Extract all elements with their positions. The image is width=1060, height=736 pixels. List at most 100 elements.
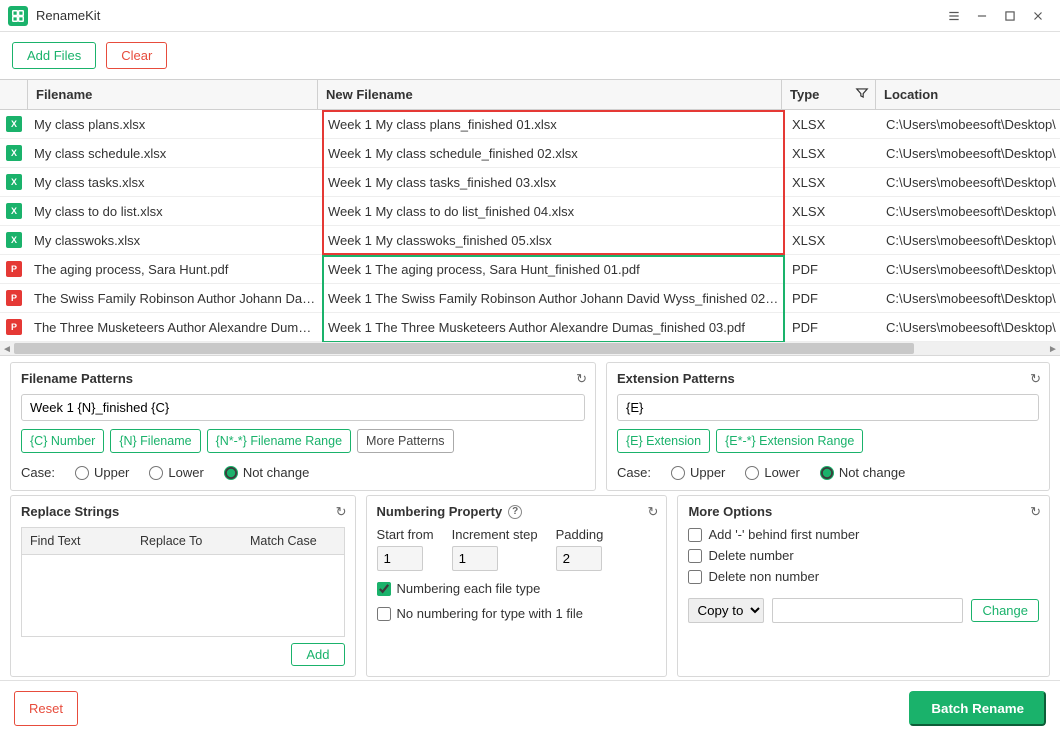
col-find-text: Find Text <box>30 534 140 548</box>
change-button[interactable]: Change <box>971 599 1039 622</box>
table-row[interactable]: XMy class plans.xlsxWeek 1 My class plan… <box>0 110 1060 139</box>
scroll-left-icon[interactable]: ◄ <box>0 342 14 356</box>
filename-pattern-input[interactable] <box>21 394 585 421</box>
file-type-icon: P <box>0 290 28 306</box>
numbering-each-checkbox[interactable] <box>377 582 391 596</box>
refresh-icon[interactable]: ↻ <box>648 504 659 520</box>
reset-button[interactable]: Reset <box>14 691 78 726</box>
start-from-input[interactable] <box>377 546 423 571</box>
location-cell: C:\Users\mobeesoft\Desktop\ <box>880 291 1060 306</box>
type-cell: XLSX <box>786 204 880 219</box>
new-filename-cell: Week 1 The aging process, Sara Hunt_fini… <box>322 262 786 277</box>
table-row[interactable]: XMy class tasks.xlsxWeek 1 My class task… <box>0 168 1060 197</box>
copy-to-select[interactable]: Copy to <box>688 598 764 623</box>
numbering-each-label: Numbering each file type <box>397 581 541 596</box>
refresh-icon[interactable]: ↻ <box>1030 371 1041 387</box>
tag-c-number[interactable]: {C} Number <box>21 429 104 453</box>
type-cell: XLSX <box>786 233 880 248</box>
add-dash-checkbox[interactable] <box>688 528 702 542</box>
type-cell: XLSX <box>786 175 880 190</box>
more-options-panel: ↻ More Options Add '-' behind first numb… <box>677 495 1050 677</box>
tag-e-extension[interactable]: {E} Extension <box>617 429 710 453</box>
footer: Reset Batch Rename <box>0 680 1060 736</box>
numbering-panel: ↻ Numbering Property ? Start from Increm… <box>366 495 668 677</box>
table-row[interactable]: PThe aging process, Sara Hunt.pdfWeek 1 … <box>0 255 1060 284</box>
ext-case-upper[interactable]: Upper <box>671 465 725 480</box>
new-filename-cell: Week 1 My class tasks_finished 03.xlsx <box>322 175 786 190</box>
scroll-right-icon[interactable]: ► <box>1046 342 1060 356</box>
type-cell: PDF <box>786 262 880 277</box>
new-filename-cell: Week 1 My class plans_finished 01.xlsx <box>322 117 786 132</box>
location-cell: C:\Users\mobeesoft\Desktop\ <box>880 204 1060 219</box>
file-type-icon: X <box>0 203 28 219</box>
table-row[interactable]: XMy classwoks.xlsxWeek 1 My classwoks_fi… <box>0 226 1060 255</box>
col-type[interactable]: Type <box>782 80 876 109</box>
add-dash-label: Add '-' behind first number <box>708 527 859 542</box>
replace-strings-panel: ↻ Replace Strings Find Text Replace To M… <box>10 495 356 677</box>
location-cell: C:\Users\mobeesoft\Desktop\ <box>880 233 1060 248</box>
panel-title: Replace Strings <box>21 504 345 519</box>
increment-input[interactable] <box>452 546 498 571</box>
scroll-thumb[interactable] <box>14 343 914 354</box>
add-files-button[interactable]: Add Files <box>12 42 96 69</box>
replace-list <box>21 555 345 637</box>
clear-button[interactable]: Clear <box>106 42 167 69</box>
case-lower[interactable]: Lower <box>149 465 203 480</box>
case-upper[interactable]: Upper <box>75 465 129 480</box>
panel-title: Extension Patterns <box>617 371 1039 386</box>
file-type-icon: X <box>0 116 28 132</box>
start-from-label: Start from <box>377 527 434 542</box>
more-patterns-button[interactable]: More Patterns <box>357 429 454 453</box>
file-type-icon: X <box>0 232 28 248</box>
col-filename[interactable]: Filename <box>28 80 318 109</box>
increment-label: Increment step <box>452 527 538 542</box>
panel-title: More Options <box>688 504 1039 519</box>
file-type-icon: P <box>0 261 28 277</box>
maximize-icon[interactable] <box>996 2 1024 30</box>
delete-non-number-checkbox[interactable] <box>688 570 702 584</box>
table-header: Filename New Filename Type Location <box>0 80 1060 110</box>
location-cell: C:\Users\mobeesoft\Desktop\ <box>880 117 1060 132</box>
toolbar: Add Files Clear <box>0 32 1060 79</box>
location-cell: C:\Users\mobeesoft\Desktop\ <box>880 146 1060 161</box>
table-row[interactable]: PThe Swiss Family Robinson Author Johann… <box>0 284 1060 313</box>
refresh-icon[interactable]: ↻ <box>1030 504 1041 520</box>
copy-path-input[interactable] <box>772 598 963 623</box>
tag-filename-range[interactable]: {N*-*} Filename Range <box>207 429 351 453</box>
refresh-icon[interactable]: ↻ <box>576 371 587 387</box>
padding-input[interactable] <box>556 546 602 571</box>
delete-number-checkbox[interactable] <box>688 549 702 563</box>
batch-rename-button[interactable]: Batch Rename <box>909 691 1046 726</box>
info-icon[interactable]: ? <box>508 505 522 519</box>
filename-cell: My class plans.xlsx <box>28 117 322 132</box>
close-icon[interactable] <box>1024 2 1052 30</box>
panel-title: Numbering Property ? <box>377 504 657 519</box>
col-new-filename[interactable]: New Filename <box>318 80 782 109</box>
extension-pattern-input[interactable] <box>617 394 1039 421</box>
new-filename-cell: Week 1 My class schedule_finished 02.xls… <box>322 146 786 161</box>
tag-extension-range[interactable]: {E*-*} Extension Range <box>716 429 863 453</box>
minimize-icon[interactable] <box>968 2 996 30</box>
ext-case-lower[interactable]: Lower <box>745 465 799 480</box>
filename-cell: The Swiss Family Robinson Author Johann … <box>28 291 322 306</box>
file-type-icon: P <box>0 319 28 335</box>
menu-icon[interactable] <box>940 2 968 30</box>
refresh-icon[interactable]: ↻ <box>336 504 347 520</box>
filename-cell: The aging process, Sara Hunt.pdf <box>28 262 322 277</box>
location-cell: C:\Users\mobeesoft\Desktop\ <box>880 262 1060 277</box>
app-icon <box>8 6 28 26</box>
col-location[interactable]: Location <box>876 80 1060 109</box>
no-numbering-checkbox[interactable] <box>377 607 391 621</box>
app-title: RenameKit <box>36 8 940 23</box>
horizontal-scrollbar[interactable]: ◄ ► <box>0 342 1060 356</box>
tag-n-filename[interactable]: {N} Filename <box>110 429 200 453</box>
filter-icon[interactable] <box>855 86 869 103</box>
file-type-icon: X <box>0 174 28 190</box>
type-cell: XLSX <box>786 146 880 161</box>
table-row[interactable]: PThe Three Musketeers Author Alexandre D… <box>0 313 1060 342</box>
table-row[interactable]: XMy class schedule.xlsxWeek 1 My class s… <box>0 139 1060 168</box>
ext-case-notchange[interactable]: Not change <box>820 465 906 480</box>
case-notchange[interactable]: Not change <box>224 465 310 480</box>
add-button[interactable]: Add <box>291 643 344 666</box>
table-row[interactable]: XMy class to do list.xlsxWeek 1 My class… <box>0 197 1060 226</box>
